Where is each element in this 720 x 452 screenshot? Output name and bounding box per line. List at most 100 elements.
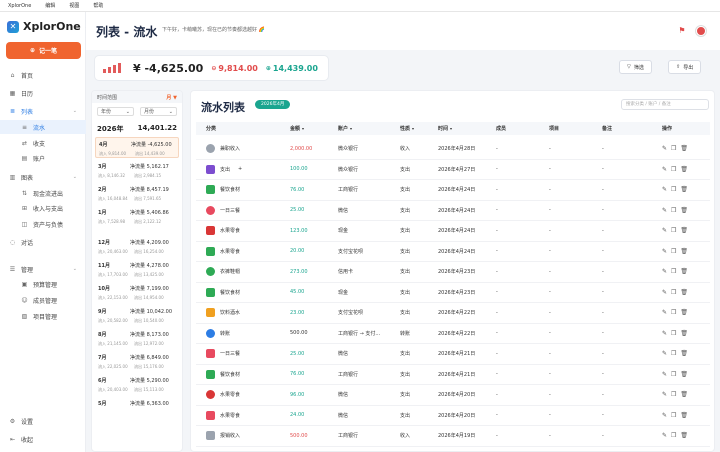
menu-view[interactable]: 视图	[69, 2, 79, 9]
sidebar-bottom-item-0[interactable]: ⚙ 设置	[0, 414, 86, 428]
notification-icon[interactable]: ⚑	[678, 27, 686, 35]
column-header[interactable]: 账户 ▾	[338, 122, 352, 135]
table-row[interactable]: 兼职收入 2,000.00 微众银行 收入 2026年4月28日 - - - ✎ ❐ 🗑	[196, 139, 710, 160]
month-item[interactable]: 1月 净流量 5,406.86 流入 7,528.98 流出 2,122.12	[95, 206, 179, 227]
edit-icon[interactable]: ✎	[662, 207, 667, 214]
delete-icon[interactable]: 🗑	[680, 432, 688, 439]
sidebar-item-0[interactable]: ⌂ 首页	[0, 68, 86, 82]
menu-edit[interactable]: 编辑	[45, 2, 55, 9]
table-row[interactable]: 餐饮食材 76.00 工商银行 支出 2026年4月21日 - - - ✎ ❐ 🗑	[196, 365, 710, 385]
sidebar-item-5[interactable]: ▤ 账户	[0, 151, 86, 165]
delete-icon[interactable]: 🗑	[680, 330, 688, 337]
copy-icon[interactable]: ❐	[671, 289, 676, 296]
delete-icon[interactable]: 🗑	[680, 227, 688, 234]
table-row[interactable]: 水果零食 24.00 微信 支出 2026年4月20日 - - - ✎ ❐ 🗑	[196, 406, 710, 426]
granularity-select[interactable]: 月 ▼	[166, 94, 177, 101]
edit-icon[interactable]: ✎	[662, 227, 667, 234]
sidebar-item-10[interactable]: ◌ 对话	[0, 235, 86, 249]
delete-icon[interactable]: 🗑	[680, 350, 688, 357]
copy-icon[interactable]: ❐	[671, 227, 676, 234]
menu-app[interactable]: XplorOne	[8, 3, 31, 9]
table-row[interactable]: 报销收入 500.00 工商银行 收入 2026年4月19日 - - - ✎ ❐ 🗑	[196, 426, 710, 447]
copy-icon[interactable]: ❐	[671, 207, 676, 214]
delete-icon[interactable]: 🗑	[680, 166, 688, 173]
edit-icon[interactable]: ✎	[662, 330, 667, 337]
menu-help[interactable]: 帮助	[93, 2, 103, 9]
year-select[interactable]: 年份 ⌄	[97, 107, 134, 116]
edit-icon[interactable]: ✎	[662, 391, 667, 398]
sidebar-item-2[interactable]: ≣ 列表 ⌄	[0, 104, 86, 118]
delete-icon[interactable]: 🗑	[680, 289, 688, 296]
sidebar-item-8[interactable]: ⊞ 收入与支出	[0, 201, 86, 215]
delete-icon[interactable]: 🗑	[680, 268, 688, 275]
sidebar-item-13[interactable]: ☺ 成员管理	[0, 293, 86, 307]
copy-icon[interactable]: ❐	[671, 371, 676, 378]
table-row[interactable]: 餐饮食材 76.00 工商银行 支出 2026年4月24日 - - - ✎ ❐ 🗑	[196, 180, 710, 201]
edit-icon[interactable]: ✎	[662, 166, 667, 173]
delete-icon[interactable]: 🗑	[680, 412, 688, 419]
copy-icon[interactable]: ❐	[671, 432, 676, 439]
delete-icon[interactable]: 🗑	[680, 371, 688, 378]
table-row[interactable]: 支出 +100.00 微众银行 支出 2026年4月27日 - - - ✎ ❐ 🗑	[196, 160, 710, 180]
copy-icon[interactable]: ❐	[671, 145, 676, 152]
month-item[interactable]: 4月 净流量 -4,625.00 流入 9,814.00 流出 14,439.00	[95, 137, 179, 158]
copy-icon[interactable]: ❐	[671, 412, 676, 419]
edit-icon[interactable]: ✎	[662, 432, 667, 439]
sidebar-item-4[interactable]: ⇄ 收支	[0, 136, 86, 150]
copy-icon[interactable]: ❐	[671, 186, 676, 193]
month-item[interactable]: 9月 净流量 10,042.00 流入 20,582.00 流出 10,540.00	[95, 305, 179, 326]
edit-icon[interactable]: ✎	[662, 268, 667, 275]
month-select[interactable]: 月份 ⌄	[140, 107, 177, 116]
sidebar-item-3[interactable]: ≡ 流水	[0, 120, 86, 134]
copy-icon[interactable]: ❐	[671, 166, 676, 173]
copy-icon[interactable]: ❐	[671, 248, 676, 255]
add-record-button[interactable]: ⊕ 记一笔	[6, 42, 81, 59]
table-row[interactable]: 一日三餐 25.00 微信 支出 2026年4月21日 - - - ✎ ❐ 🗑	[196, 344, 710, 365]
month-item[interactable]: 8月 净流量 8,173.00 流入 21,145.00 流出 12,972.00	[95, 328, 179, 349]
month-item[interactable]: 11月 净流量 4,278.00 流入 17,703.00 流出 13,425.00	[95, 259, 179, 280]
copy-icon[interactable]: ❐	[671, 309, 676, 316]
edit-icon[interactable]: ✎	[662, 145, 667, 152]
sidebar-item-6[interactable]: ▥ 图表 ⌄	[0, 170, 86, 184]
month-item[interactable]: 2月 净流量 8,457.19 流入 16,048.84 流出 7,591.65	[95, 183, 179, 204]
sidebar-item-11[interactable]: ☰ 管理 ⌄	[0, 262, 86, 276]
table-row[interactable]: 水果零食 123.00 现金 支出 2026年4月24日 - - - ✎ ❐ 🗑	[196, 221, 710, 242]
month-item[interactable]: 6月 净流量 5,290.00 流入 20,403.00 流出 15,113.00	[95, 374, 179, 395]
search-input[interactable]: 搜索分类 / 账户 / 备注	[621, 99, 709, 110]
sidebar-item-9[interactable]: ◫ 资产与负债	[0, 217, 86, 231]
copy-icon[interactable]: ❐	[671, 268, 676, 275]
table-row[interactable]: 衣裤鞋帽 273.00 信用卡 支出 2026年4月23日 - - - ✎ ❐ 🗑	[196, 262, 710, 283]
copy-icon[interactable]: ❐	[671, 350, 676, 357]
delete-icon[interactable]: 🗑	[680, 207, 688, 214]
table-row[interactable]: 饮料酒水 23.00 支付宝花呗 支出 2026年4月22日 - - - ✎ ❐ 🗑	[196, 303, 710, 324]
copy-icon[interactable]: ❐	[671, 330, 676, 337]
table-row[interactable]: 水果零食 96.00 微信 支出 2026年4月20日 - - - ✎ ❐ 🗑	[196, 385, 710, 406]
column-header[interactable]: 时间 ▾	[438, 122, 452, 135]
edit-icon[interactable]: ✎	[662, 248, 667, 255]
month-item[interactable]: 3月 净流量 5,162.17 流入 8,146.32 流出 2,984.15	[95, 160, 179, 181]
edit-icon[interactable]: ✎	[662, 412, 667, 419]
month-item[interactable]: 7月 净流量 6,849.00 流入 22,025.00 流出 15,176.00	[95, 351, 179, 372]
export-button[interactable]: ⇪ 导出	[668, 60, 702, 74]
avatar[interactable]	[696, 26, 706, 36]
column-header[interactable]: 性质 ▾	[400, 122, 414, 135]
sidebar-bottom-item-1[interactable]: ⇤ 收起	[0, 432, 86, 446]
delete-icon[interactable]: 🗑	[680, 248, 688, 255]
month-item[interactable]: 10月 净流量 7,199.00 流入 22,153.00 流出 14,954.00	[95, 282, 179, 303]
edit-icon[interactable]: ✎	[662, 289, 667, 296]
column-header[interactable]: 金额 ▾	[290, 122, 304, 135]
sidebar-item-7[interactable]: ⇅ 现金流进出	[0, 186, 86, 200]
table-row[interactable]: 一日三餐 25.00 微信 支出 2026年4月24日 - - - ✎ ❐ 🗑	[196, 201, 710, 221]
edit-icon[interactable]: ✎	[662, 309, 667, 316]
delete-icon[interactable]: 🗑	[680, 145, 688, 152]
sidebar-item-12[interactable]: ▣ 预算管理	[0, 277, 86, 291]
month-item[interactable]: 5月 净流量 6,363.00	[95, 397, 179, 418]
edit-icon[interactable]: ✎	[662, 350, 667, 357]
filter-button[interactable]: ▽ 筛选	[619, 60, 652, 74]
year-summary[interactable]: 2026年 14,401.22	[92, 116, 182, 134]
sidebar-item-14[interactable]: ▧ 项目管理	[0, 309, 86, 323]
month-item[interactable]: 12月 净流量 4,209.00 流入 20,463.00 流出 16,254.00	[95, 236, 179, 257]
table-row[interactable]: 餐饮食材 45.00 现金 支出 2026年4月23日 - - - ✎ ❐ 🗑	[196, 283, 710, 303]
edit-icon[interactable]: ✎	[662, 186, 667, 193]
delete-icon[interactable]: 🗑	[680, 309, 688, 316]
